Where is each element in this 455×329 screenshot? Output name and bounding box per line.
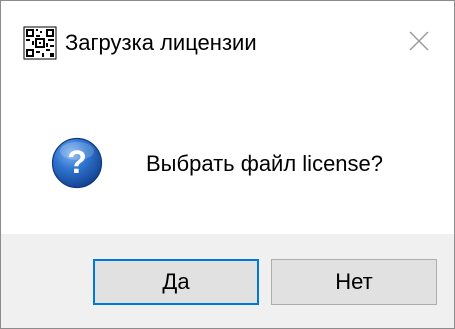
title-bar[interactable]: Загрузка лицензии <box>1 1 454 89</box>
question-icon: ? <box>51 137 103 189</box>
window-title: Загрузка лицензии <box>65 30 257 55</box>
close-icon <box>408 30 430 57</box>
license-dialog: Загрузка лицензии ? Выбрать файл license… <box>0 0 455 329</box>
close-button[interactable] <box>399 23 439 63</box>
button-bar: Да Нет <box>1 234 454 328</box>
message-text: Выбрать файл license? <box>146 151 384 176</box>
yes-button[interactable]: Да <box>93 259 259 305</box>
svg-text:?: ? <box>67 144 87 180</box>
no-button[interactable]: Нет <box>271 259 437 305</box>
dialog-content: ? Выбрать файл license? <box>1 89 454 234</box>
qr-code-icon <box>23 26 57 60</box>
